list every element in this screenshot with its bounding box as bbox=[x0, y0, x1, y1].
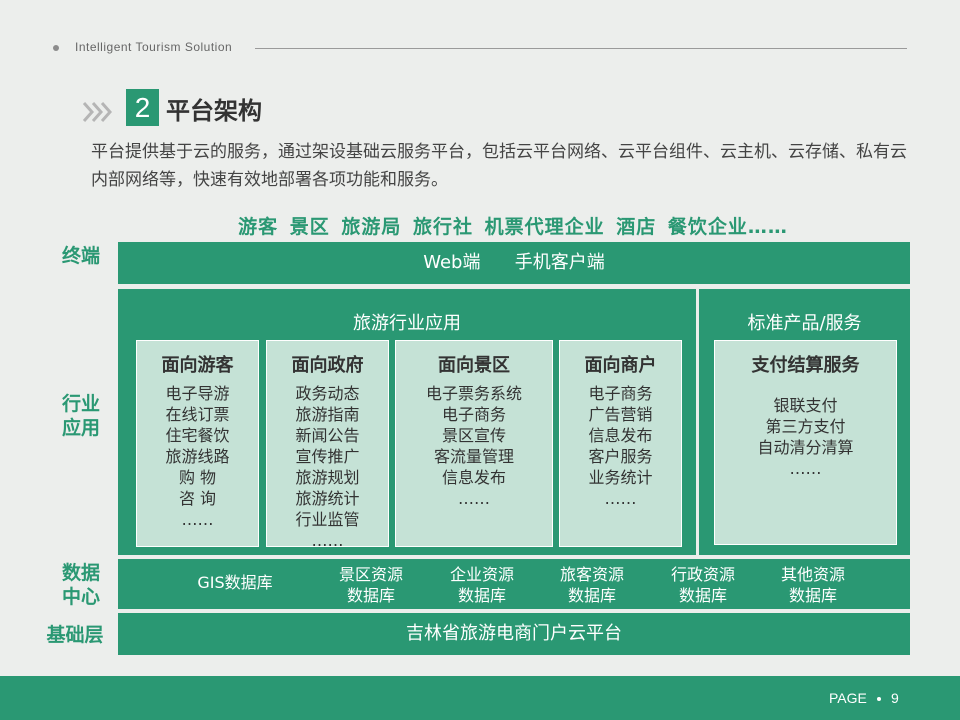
section-title: 平台架构 bbox=[166, 97, 262, 125]
card-item: 客户服务 bbox=[588, 447, 653, 466]
card-item: 购 物 bbox=[178, 468, 217, 487]
database-suffix: 数据库 bbox=[457, 586, 506, 605]
tourism-apps-title: 旅游行业应用 bbox=[353, 313, 461, 334]
card-items: 电子导游在线订票住宅餐饮旅游线路购 物咨 询 …… bbox=[137, 383, 258, 530]
database-cell: 行政资源 数据库 bbox=[648, 564, 758, 606]
card-item: 新闻公告 bbox=[295, 426, 360, 445]
card-item: …… bbox=[181, 510, 214, 529]
double-chevron-icon bbox=[82, 102, 112, 122]
card-title: 面向政府 bbox=[291, 355, 364, 376]
terminal-content: Web端 手机客户端 bbox=[423, 252, 605, 273]
card-item: 银联支付 bbox=[773, 396, 838, 415]
card-item: 旅游规划 bbox=[295, 468, 360, 487]
users-line: 游客 景区 旅游局 旅行社 机票代理企业 酒店 餐饮企业…… bbox=[238, 216, 788, 238]
card-tourist: 面向游客 电子导游在线订票住宅餐饮旅游线路购 物咨 询 …… bbox=[136, 340, 259, 547]
card-title: 面向景区 bbox=[438, 355, 510, 376]
database-cell: 其他资源 数据库 bbox=[758, 564, 868, 606]
database-cell: 景区资源 数据库 bbox=[316, 564, 426, 606]
card-items: 政务动态旅游指南新闻公告宣传推广旅游规划旅游统计行业监管 …… bbox=[267, 383, 388, 551]
card-item: 行业监管 bbox=[295, 510, 360, 529]
standard-products-title: 标准产品/服务 bbox=[747, 313, 862, 334]
card-payment: 支付结算服务 银联支付第三方支付自动清分清算 …… bbox=[714, 340, 897, 545]
database-name: GIS数据库 bbox=[197, 573, 273, 592]
card-title: 面向游客 bbox=[161, 355, 234, 376]
page-label: PAGE bbox=[829, 690, 867, 706]
card-item: 旅游指南 bbox=[295, 405, 360, 424]
footer-bar bbox=[0, 676, 960, 720]
database-suffix: 数据库 bbox=[678, 586, 727, 605]
card-item: 旅游统计 bbox=[295, 489, 360, 508]
header-divider bbox=[255, 48, 907, 49]
card-item: 电子导游 bbox=[165, 384, 230, 403]
card-item: 宣传推广 bbox=[295, 447, 360, 466]
card-item: 咨 询 bbox=[178, 489, 217, 508]
card-item: 业务统计 bbox=[588, 468, 653, 487]
card-item: 景区宣传 bbox=[441, 426, 506, 445]
layer-label-industry: 行业 应用 bbox=[61, 393, 100, 439]
card-item: 电子商务 bbox=[441, 405, 506, 424]
card-items: 电子票务系统 电子商务景区宣传客流量管理信息发布 …… bbox=[396, 383, 552, 509]
intro-paragraph: 平台提供基于云的服务，通过架设基础云服务平台，包括云平台网络、云平台组件、云主机… bbox=[91, 142, 907, 190]
card-item: …… bbox=[311, 531, 344, 550]
card-item: 在线订票 bbox=[165, 405, 230, 424]
card-merchant: 面向商户 电子商务广告营销信息发布客户服务业务统计 …… bbox=[559, 340, 682, 547]
database-name: 行政资源 bbox=[670, 565, 735, 584]
card-item: 信息发布 bbox=[441, 468, 506, 487]
section-number: 2 bbox=[126, 89, 159, 126]
database-suffix: 数据库 bbox=[788, 586, 837, 605]
layer-label-data: 数据 中心 bbox=[61, 562, 100, 608]
card-government: 面向政府 政务动态旅游指南新闻公告宣传推广旅游规划旅游统计行业监管 …… bbox=[266, 340, 389, 550]
card-items: 银联支付第三方支付自动清分清算 …… bbox=[715, 395, 896, 479]
header-bullet bbox=[53, 45, 59, 51]
database-name: 旅客资源 bbox=[559, 565, 624, 584]
database-cell: GIS数据库 bbox=[180, 572, 290, 593]
card-item: …… bbox=[789, 459, 822, 478]
card-item: 旅游线路 bbox=[165, 447, 230, 466]
card-item: 客流量管理 bbox=[433, 447, 514, 466]
card-title: 支付结算服务 bbox=[751, 355, 860, 376]
page-separator-dot bbox=[877, 697, 881, 701]
terminal-bar: Web端 手机客户端 bbox=[118, 242, 910, 284]
layer-label-terminal: 终端 bbox=[61, 245, 100, 267]
database-cell: 企业资源 数据库 bbox=[427, 564, 537, 606]
database-name: 景区资源 bbox=[338, 565, 403, 584]
card-item: 电子商务 bbox=[588, 384, 653, 403]
card-item: 电子票务系统 bbox=[425, 384, 522, 403]
layer-label-base: 基础层 bbox=[46, 624, 104, 646]
database-suffix: 数据库 bbox=[567, 586, 616, 605]
database-cell: 旅客资源 数据库 bbox=[537, 564, 647, 606]
card-items: 电子商务广告营销信息发布客户服务业务统计 …… bbox=[560, 383, 681, 509]
card-item: …… bbox=[458, 489, 490, 508]
card-item: 政务动态 bbox=[295, 384, 360, 403]
page-number: 9 bbox=[891, 690, 899, 706]
card-scenic: 面向景区 电子票务系统 电子商务景区宣传客流量管理信息发布 …… bbox=[395, 340, 553, 547]
card-item: 自动清分清算 bbox=[757, 438, 854, 457]
card-item: 住宅餐饮 bbox=[165, 426, 230, 445]
header-subtitle: Intelligent Tourism Solution bbox=[75, 40, 233, 54]
base-content: 吉林省旅游电商门户云平台 bbox=[406, 623, 622, 644]
database-suffix: 数据库 bbox=[346, 586, 395, 605]
card-title: 面向商户 bbox=[584, 355, 657, 376]
database-name: 其他资源 bbox=[780, 565, 845, 584]
card-item: 广告营销 bbox=[588, 405, 653, 424]
card-item: 信息发布 bbox=[588, 426, 653, 445]
base-bar: 吉林省旅游电商门户云平台 bbox=[118, 613, 910, 655]
card-item: 第三方支付 bbox=[765, 417, 846, 436]
database-name: 企业资源 bbox=[449, 565, 514, 584]
card-item: …… bbox=[604, 489, 637, 508]
